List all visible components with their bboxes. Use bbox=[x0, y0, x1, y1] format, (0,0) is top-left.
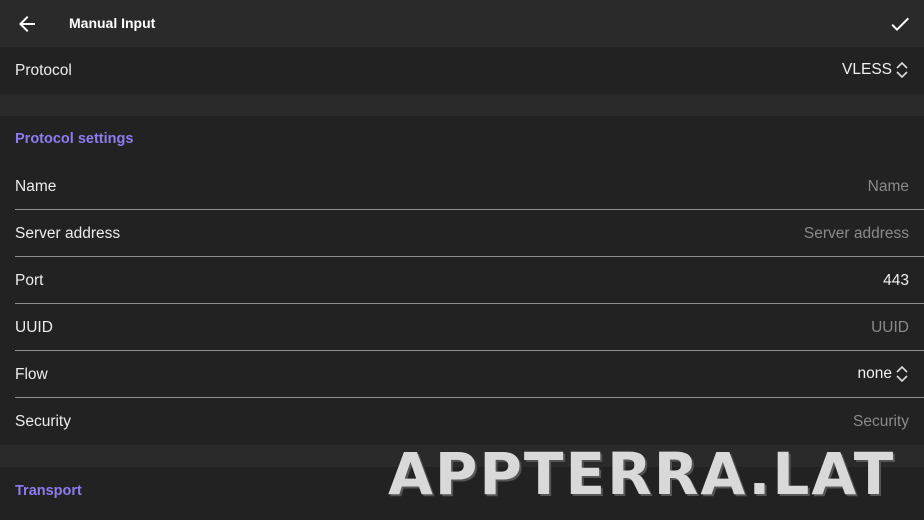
watermark: APPTERRA.LAT bbox=[388, 440, 896, 508]
flow-label: Flow bbox=[15, 366, 48, 383]
name-label: Name bbox=[15, 178, 57, 195]
security-row[interactable]: Security Security bbox=[0, 398, 924, 445]
server-address-label: Server address bbox=[15, 225, 121, 242]
uuid-label: UUID bbox=[15, 319, 53, 336]
security-input[interactable]: Security bbox=[853, 413, 909, 431]
section-title: Protocol settings bbox=[15, 131, 134, 147]
protocol-settings-header: Protocol settings bbox=[0, 116, 924, 163]
port-row[interactable]: Port 443 bbox=[0, 257, 924, 304]
flow-value: none bbox=[857, 365, 892, 382]
protocol-row[interactable]: Protocol VLESS bbox=[0, 47, 924, 94]
server-address-row[interactable]: Server address Server address bbox=[0, 210, 924, 257]
name-row[interactable]: Name Name bbox=[0, 163, 924, 210]
chevron-up-down-icon bbox=[896, 61, 908, 79]
flow-row[interactable]: Flow none bbox=[0, 351, 924, 398]
port-input[interactable]: 443 bbox=[883, 272, 909, 290]
page-title: Manual Input bbox=[69, 15, 156, 31]
protocol-label: Protocol bbox=[15, 62, 72, 79]
server-address-input[interactable]: Server address bbox=[804, 225, 909, 243]
flow-select[interactable]: none bbox=[858, 364, 909, 384]
arrow-left-icon[interactable] bbox=[15, 12, 39, 36]
security-label: Security bbox=[15, 413, 71, 430]
uuid-row[interactable]: UUID UUID bbox=[0, 304, 924, 351]
uuid-input[interactable]: UUID bbox=[871, 319, 909, 337]
protocol-value: VLESS bbox=[842, 61, 892, 78]
app-bar: Manual Input bbox=[0, 0, 924, 47]
section-gap bbox=[0, 94, 924, 116]
section-title: Transport bbox=[15, 483, 82, 499]
protocol-select[interactable]: VLESS bbox=[842, 60, 909, 80]
port-label: Port bbox=[15, 272, 44, 289]
chevron-up-down-icon bbox=[896, 365, 908, 383]
name-input[interactable]: Name bbox=[868, 178, 909, 196]
check-icon[interactable] bbox=[888, 12, 912, 36]
